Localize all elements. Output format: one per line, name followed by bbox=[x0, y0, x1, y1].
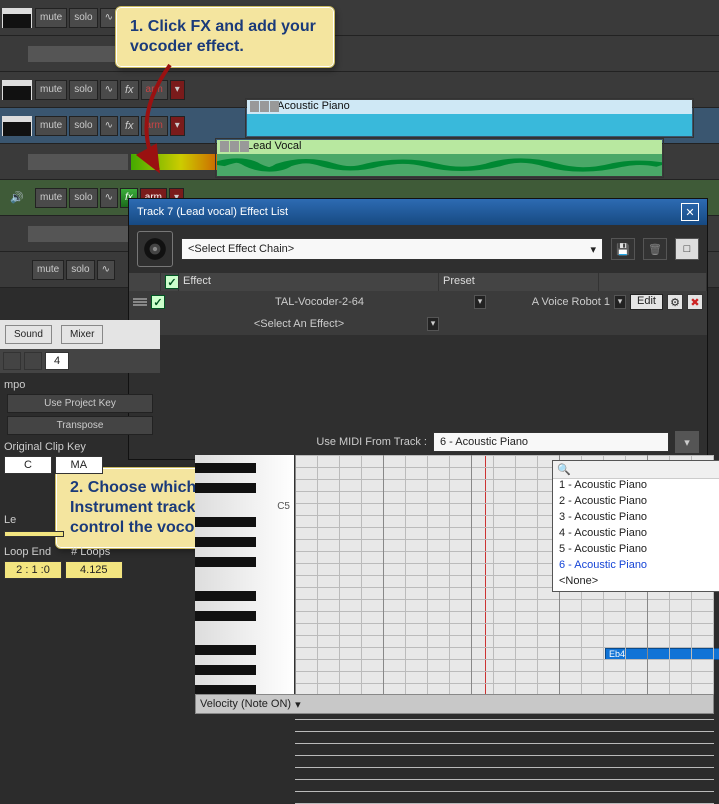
effect-row-vocoder[interactable]: ✓ TAL-Vocoder-2-64 ▾ A Voice Robot 1 ▾ E… bbox=[129, 291, 707, 313]
arm-button[interactable]: arm bbox=[141, 116, 168, 136]
midi-option[interactable]: 3 - Acoustic Piano bbox=[553, 511, 719, 527]
automation-button[interactable]: ∿ bbox=[97, 260, 115, 280]
effect-dropdown[interactable]: ▾ bbox=[474, 295, 486, 309]
sound-tab[interactable]: Sound bbox=[5, 325, 52, 344]
mute-button[interactable]: mute bbox=[35, 80, 67, 100]
key-input[interactable]: C bbox=[4, 456, 52, 474]
left-panel: Sound Mixer 4 mpo Use Project Key Transp… bbox=[0, 320, 160, 585]
speaker-icon: 🔊 bbox=[2, 188, 32, 208]
midi-option[interactable]: <None> bbox=[553, 575, 719, 591]
keyboard-icon bbox=[2, 80, 32, 100]
loop-end-input[interactable]: 2 : 1 :0 bbox=[4, 561, 62, 579]
edit-button[interactable]: Edit bbox=[630, 294, 663, 310]
close-icon[interactable]: ✕ bbox=[681, 203, 699, 221]
pan-slider[interactable] bbox=[28, 46, 128, 62]
effect-row-add[interactable]: <Select An Effect> ▾ bbox=[129, 313, 707, 335]
drag-handle-icon[interactable] bbox=[133, 297, 147, 307]
mute-button[interactable]: mute bbox=[35, 8, 67, 28]
midi-from-dropdown[interactable]: 🔍 1 - Acoustic Piano 2 - Acoustic Piano … bbox=[552, 460, 719, 592]
solo-button[interactable]: solo bbox=[69, 8, 97, 28]
scale-input[interactable]: MA bbox=[55, 456, 103, 474]
pan-slider[interactable] bbox=[28, 226, 128, 242]
rec-menu-button[interactable]: ▾ bbox=[170, 116, 185, 136]
effect-list-dialog: Track 7 (Lead vocal) Effect List ✕ <Sele… bbox=[128, 198, 708, 460]
use-project-key-button[interactable]: Use Project Key bbox=[7, 394, 153, 413]
fx-button[interactable]: fx bbox=[120, 116, 139, 136]
arm-button[interactable]: arm bbox=[141, 80, 168, 100]
trash-icon[interactable]: 🗑 bbox=[643, 238, 667, 260]
piano-keyboard[interactable]: C5 bbox=[195, 455, 295, 714]
velocity-lane[interactable]: Velocity (Note ON)▾ bbox=[195, 694, 714, 714]
dialog-titlebar[interactable]: Track 7 (Lead vocal) Effect List ✕ bbox=[129, 199, 707, 225]
mute-button[interactable]: mute bbox=[35, 116, 67, 136]
enable-checkbox[interactable]: ✓ bbox=[151, 295, 165, 309]
mute-button[interactable]: mute bbox=[32, 260, 64, 280]
midi-option-selected[interactable]: 6 - Acoustic Piano bbox=[553, 559, 719, 575]
solo-button[interactable]: solo bbox=[69, 80, 97, 100]
add-effect-dropdown[interactable]: ▾ bbox=[427, 317, 439, 331]
automation-button[interactable]: ∿ bbox=[100, 116, 118, 136]
effect-header: ✓ Effect Preset bbox=[129, 273, 707, 291]
keyboard-icon bbox=[2, 116, 32, 136]
pan-slider[interactable] bbox=[28, 154, 128, 170]
mute-button[interactable]: mute bbox=[35, 188, 67, 208]
tool-button[interactable] bbox=[24, 352, 42, 370]
midi-option[interactable]: 4 - Acoustic Piano bbox=[553, 527, 719, 543]
automation-button[interactable]: ∿ bbox=[100, 188, 118, 208]
delete-icon[interactable]: ✖ bbox=[687, 294, 703, 310]
solo-button[interactable]: solo bbox=[66, 260, 94, 280]
tool-button[interactable] bbox=[3, 352, 21, 370]
loops-input[interactable]: 4.125 bbox=[65, 561, 123, 579]
length-input[interactable] bbox=[4, 531, 64, 537]
midi-option[interactable]: 1 - Acoustic Piano bbox=[553, 479, 719, 495]
solo-button[interactable]: solo bbox=[69, 116, 97, 136]
midi-option[interactable]: 2 - Acoustic Piano bbox=[553, 495, 719, 511]
midi-from-label: Use MIDI From Track : bbox=[316, 436, 427, 448]
preset-dropdown[interactable]: ▾ bbox=[614, 295, 626, 309]
select-effect-chain[interactable]: <Select Effect Chain>▾ bbox=[181, 238, 603, 260]
play-cursor[interactable] bbox=[485, 455, 486, 714]
clip-header-vocal[interactable]: Lead Vocal bbox=[217, 140, 662, 154]
keyboard-icon bbox=[2, 8, 32, 28]
chain-icon[interactable] bbox=[137, 231, 173, 267]
transpose-button[interactable]: Transpose bbox=[7, 416, 153, 435]
chevron-down-icon[interactable]: ▾ bbox=[675, 431, 699, 453]
midi-option[interactable]: 5 - Acoustic Piano bbox=[553, 543, 719, 559]
fx-button[interactable]: fx bbox=[120, 80, 139, 100]
automation-button[interactable]: ∿ bbox=[100, 80, 118, 100]
mixer-tab[interactable]: Mixer bbox=[61, 325, 103, 344]
midi-from-select[interactable]: 6 - Acoustic Piano bbox=[433, 432, 669, 452]
new-icon[interactable]: □ bbox=[675, 238, 699, 260]
save-icon[interactable]: 💾 bbox=[611, 238, 635, 260]
search-input[interactable]: 🔍 bbox=[553, 461, 719, 479]
fraction-input[interactable]: 4 bbox=[45, 352, 69, 370]
solo-button[interactable]: solo bbox=[69, 188, 97, 208]
rec-menu-button[interactable]: ▾ bbox=[170, 80, 185, 100]
callout-1: 1. Click FX and add your vocoder effect. bbox=[115, 6, 335, 68]
gear-icon[interactable]: ⚙ bbox=[667, 294, 683, 310]
clip-header-piano[interactable]: Acoustic Piano bbox=[247, 100, 692, 114]
